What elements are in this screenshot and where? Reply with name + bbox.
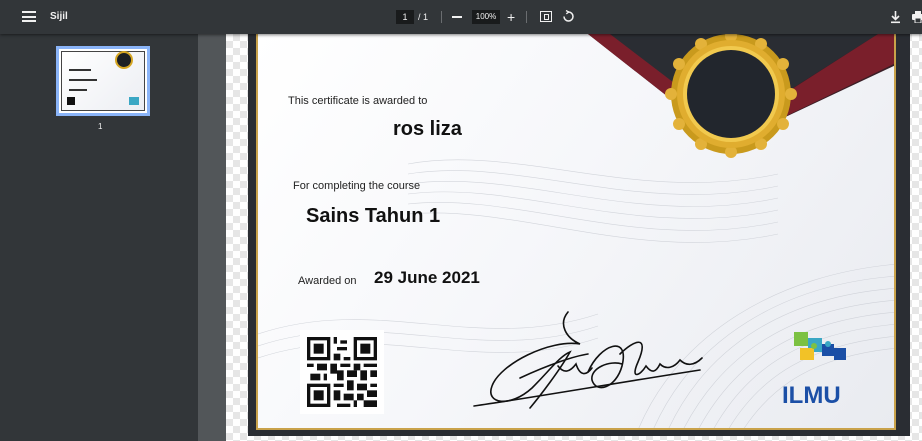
completing-course-label: For completing the course (293, 180, 421, 192)
thumbnail-sidebar: 1 (0, 34, 198, 441)
fit-page-icon[interactable] (540, 11, 552, 22)
page-total: / 1 (418, 12, 429, 22)
download-icon[interactable] (890, 10, 901, 24)
hamburger-menu-icon[interactable] (22, 11, 36, 22)
ilmu-logo-text: ILMU (782, 382, 841, 409)
zoom-in-icon[interactable]: + (507, 10, 515, 24)
qr-code[interactable] (300, 330, 384, 414)
thumbnail-logo (129, 97, 139, 105)
awarded-on-label: Awarded on (298, 275, 357, 287)
awarded-to-label: This certificate is awarded to (288, 95, 428, 107)
toolbar-divider (441, 11, 442, 23)
course-name: Sains Tahun 1 (306, 205, 441, 227)
certificate-page: This certificate is awarded to ros liza … (248, 34, 910, 436)
thumbnail-page-number: 1 (98, 122, 103, 131)
signature-image (473, 311, 703, 409)
toolbar-divider (526, 11, 527, 23)
document-viewer[interactable]: This certificate is awarded to ros liza … (198, 34, 922, 441)
pdf-toolbar: Sijil 1 / 1 100% + (0, 0, 922, 34)
thumbnail-text-line (69, 89, 87, 91)
rotate-icon[interactable] (562, 10, 575, 23)
thumbnail-text-line (69, 69, 91, 71)
print-icon[interactable] (912, 11, 922, 23)
award-date: 29 June 2021 (374, 268, 480, 287)
recipient-name: ros liza (393, 118, 462, 140)
document-title: Sijil (50, 11, 68, 22)
qr-code-image (307, 337, 377, 407)
zoom-out-icon[interactable] (452, 16, 462, 18)
zoom-level-input[interactable]: 100% (472, 10, 500, 24)
thumbnail-qr (67, 97, 75, 105)
certificate-body: This certificate is awarded to ros liza … (256, 34, 896, 430)
thumbnail-seal (115, 51, 133, 69)
page-number-input[interactable]: 1 (396, 10, 414, 24)
thumbnail-text-line (69, 79, 97, 81)
page-thumbnail[interactable] (56, 46, 150, 116)
